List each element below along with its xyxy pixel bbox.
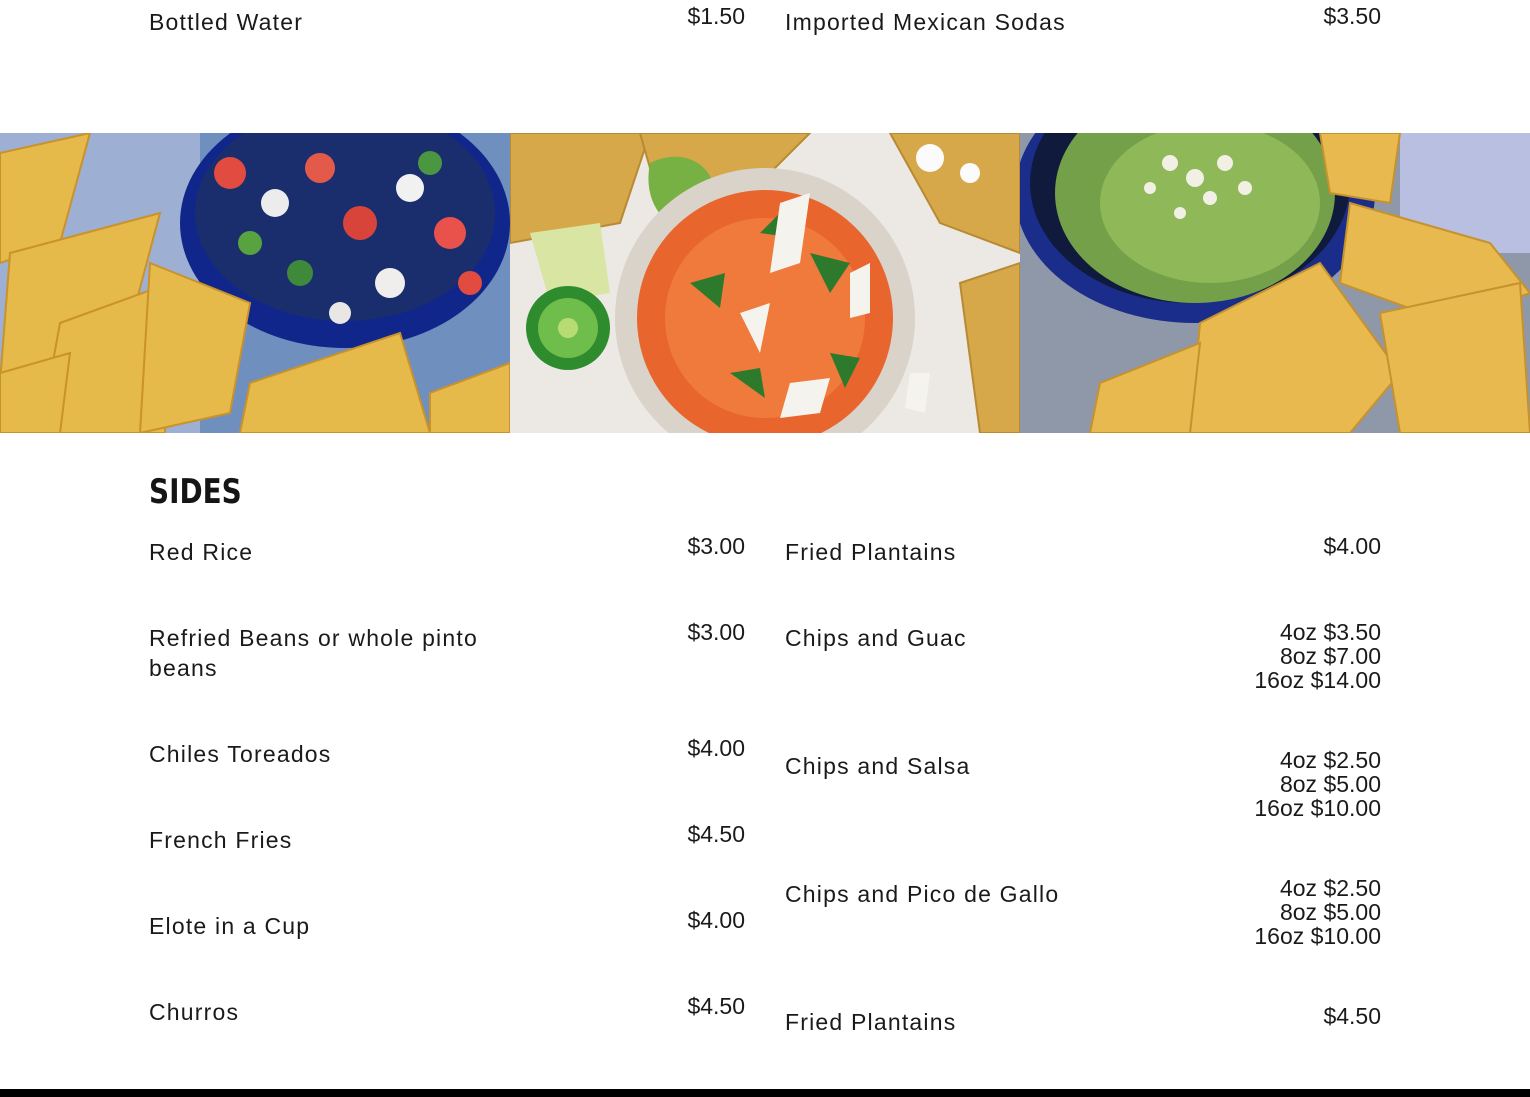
- menu-item-bottled-water: Bottled Water $1.50: [149, 3, 745, 37]
- item-name: Chips and Pico de Gallo: [785, 881, 1060, 907]
- item-price: $3.50: [1323, 3, 1381, 29]
- footer-bar: [0, 1089, 1530, 1097]
- chips-and-pico-de-gallo-photo: [0, 133, 510, 433]
- item-name: Imported Mexican Sodas: [785, 9, 1066, 35]
- menu-item-elote-in-a-cup: Elote in a Cup $4.00: [149, 907, 745, 941]
- menu-item-french-fries: French Fries $4.50: [149, 821, 745, 855]
- item-price: $4.00: [1323, 533, 1381, 559]
- item-name: Red Rice: [149, 539, 254, 565]
- item-price: $4.50: [1323, 1003, 1381, 1029]
- item-name: Chips and Salsa: [785, 753, 971, 779]
- item-price: $4.50: [687, 993, 745, 1019]
- menu-item-churros: Churros $4.50: [149, 993, 745, 1027]
- menu-item-fried-plantains-2: Fried Plantains $4.50: [785, 1003, 1381, 1037]
- chips-and-guacamole-photo: [1020, 133, 1530, 433]
- menu-item-chiles-toreados: Chiles Toreados $4.00: [149, 735, 745, 769]
- item-name: Fried Plantains: [785, 539, 957, 565]
- menu-item-chips-and-salsa: Chips and Salsa 4oz $2.50 8oz $5.00 16oz…: [785, 747, 1381, 821]
- item-name: Bottled Water: [149, 9, 304, 35]
- item-price: $1.50: [687, 3, 745, 29]
- item-price: $3.00: [687, 619, 745, 645]
- menu-item-chips-and-guac: Chips and Guac 4oz $3.50 8oz $7.00 16oz …: [785, 619, 1381, 693]
- menu-item-chips-and-pico-de-gallo: Chips and Pico de Gallo 4oz $2.50 8oz $5…: [785, 875, 1381, 949]
- item-price: 4oz $3.50 8oz $7.00 16oz $14.00: [1254, 619, 1381, 693]
- item-name: Chiles Toreados: [149, 741, 332, 767]
- item-name: Fried Plantains: [785, 1009, 957, 1035]
- item-price: $4.00: [687, 907, 745, 933]
- menu-item-red-rice: Red Rice $3.00: [149, 533, 745, 567]
- item-price: $4.50: [687, 821, 745, 847]
- item-price: 4oz $2.50 8oz $5.00 16oz $10.00: [1254, 747, 1381, 821]
- item-price: $4.00: [687, 735, 745, 761]
- section-title-sides: SIDES: [149, 472, 242, 512]
- item-name: Chips and Guac: [785, 625, 967, 651]
- item-price: $3.00: [687, 533, 745, 559]
- item-name: French Fries: [149, 827, 293, 853]
- item-name: Churros: [149, 999, 240, 1025]
- item-price: 4oz $2.50 8oz $5.00 16oz $10.00: [1254, 875, 1381, 949]
- menu-item-imported-mexican-sodas: Imported Mexican Sodas $3.50: [785, 3, 1381, 37]
- menu-page: Bottled Water $1.50 Imported Mexican Sod…: [0, 0, 1530, 1097]
- menu-item-refried-beans: Refried Beans or whole pinto beans $3.00: [149, 619, 745, 683]
- food-photo-banner: [0, 133, 1530, 433]
- item-name: Elote in a Cup: [149, 913, 311, 939]
- item-name: Refried Beans or whole pinto beans: [149, 625, 478, 681]
- chips-and-salsa-photo: [510, 133, 1020, 433]
- menu-item-fried-plantains: Fried Plantains $4.00: [785, 533, 1381, 567]
